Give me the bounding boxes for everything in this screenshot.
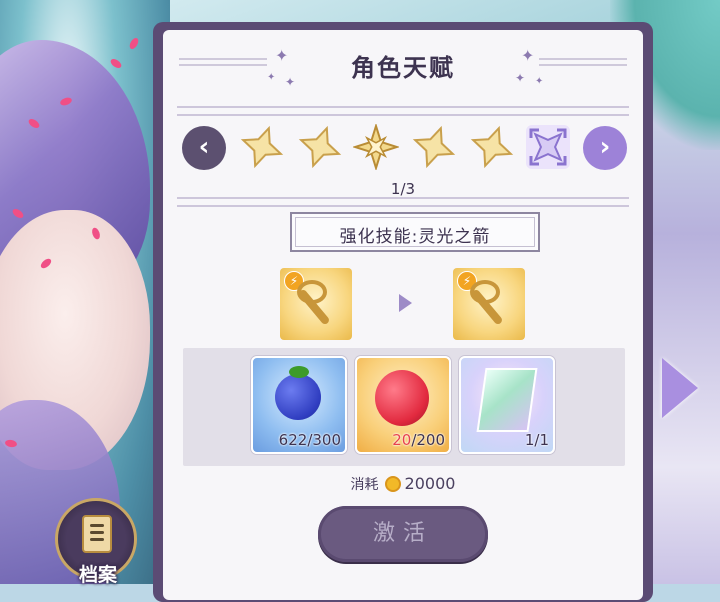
material-red-berry[interactable]: 20/200 [355,356,451,454]
character-shard-icon [476,368,538,432]
arrow-right-icon [399,294,412,312]
sparkle-icon: ✦ [515,71,526,85]
red-berry-icon [375,370,429,426]
talent-star-3[interactable] [351,122,401,172]
material-count: 20/200 [392,431,445,449]
skill-icon-upgraded[interactable]: ⚡ [453,268,525,340]
talent-star-2[interactable] [297,124,343,170]
talent-star-1[interactable] [239,124,285,170]
blue-fruit-icon [275,374,321,420]
divider [177,197,629,207]
talent-star-4[interactable] [411,124,457,170]
coin-icon [384,476,401,492]
skill-name: 强化技能:灵光之箭 [339,227,491,247]
talent-star-6-locked[interactable] [525,124,571,170]
skill-icon-current[interactable]: ⚡ [280,268,352,340]
skill-name-box: 强化技能:灵光之箭 [290,212,540,252]
prev-talent-button[interactable]: ‹ [182,126,226,170]
next-talent-button[interactable]: › [583,126,627,170]
talent-panel: ✦ ✦ ✦ 角色天赋 ✦ ✦ ✦ ‹ › 1/3 强化技能:灵光之箭 ⚡ ⚡ 6… [153,22,653,602]
divider [177,106,629,116]
talent-star-5[interactable] [469,124,515,170]
cost-label: 消耗 [350,477,379,493]
talent-page-indicator: 1/3 [390,180,416,198]
material-character-shard[interactable]: 1/1 [459,356,555,454]
cost-row: 消耗 20000 [163,474,643,494]
book-icon [82,515,112,553]
material-count: 1/1 [524,431,549,449]
panel-header: ✦ ✦ ✦ 角色天赋 ✦ ✦ ✦ [163,30,643,100]
sparkle-icon: ✦ [535,76,544,87]
cost-amount: 20000 [404,474,456,493]
sparkle-icon: ✦ [521,46,535,65]
archive-label: 档案 [78,564,117,586]
next-character-arrow-icon[interactable] [662,358,698,418]
material-count: 622/300 [278,431,341,449]
materials-area: 622/300 20/200 1/1 [183,348,625,466]
material-blue-fruit[interactable]: 622/300 [251,356,347,454]
activate-button[interactable]: 激活 [318,506,488,562]
